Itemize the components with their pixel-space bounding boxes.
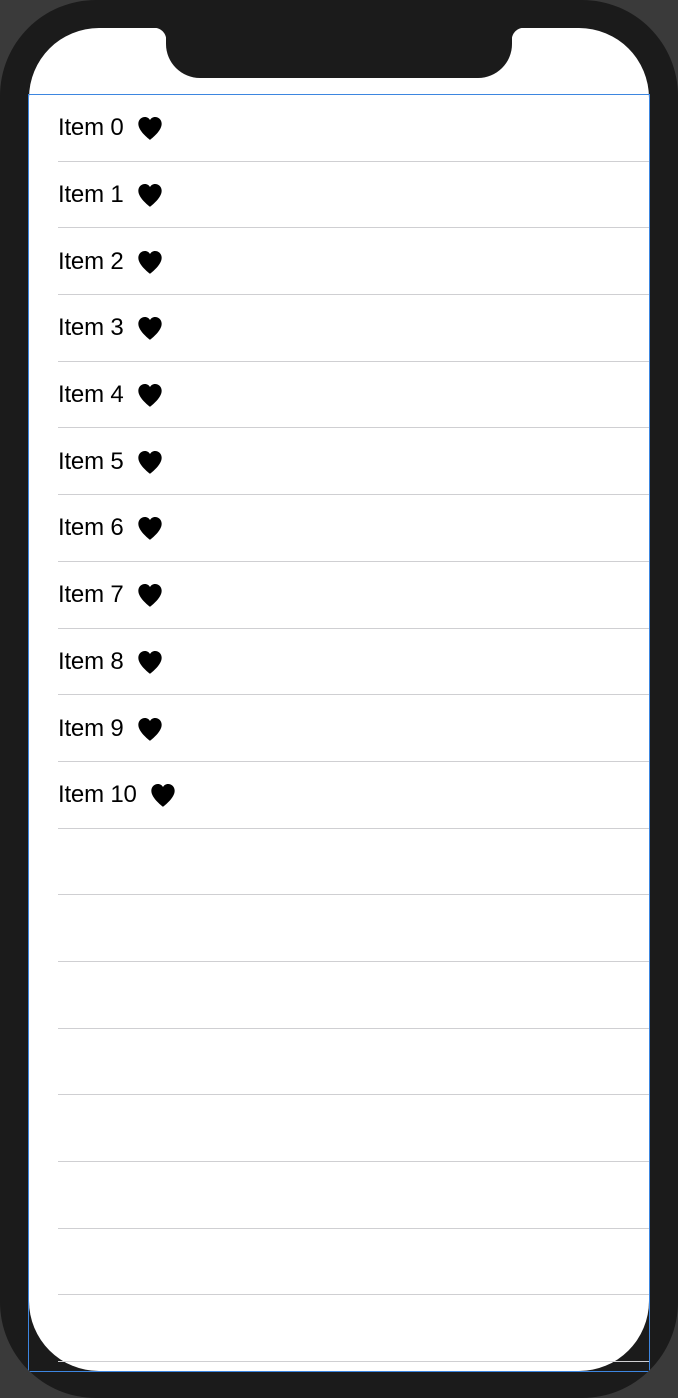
empty-row bbox=[29, 1295, 649, 1362]
list-row[interactable]: Item 3 bbox=[29, 295, 649, 362]
list-row[interactable]: Item 1 bbox=[29, 162, 649, 229]
heart-icon bbox=[136, 716, 164, 742]
device-frame: Item 0 Item 1 Item 2 Item 3 Item 4 Item … bbox=[0, 0, 678, 1398]
item-label: Item 1 bbox=[58, 181, 124, 209]
item-label: Item 2 bbox=[58, 247, 124, 275]
list-row[interactable]: Item 10 bbox=[29, 762, 649, 829]
item-label: Item 0 bbox=[58, 114, 124, 142]
list-row[interactable]: Item 2 bbox=[29, 228, 649, 295]
empty-row bbox=[29, 1162, 649, 1229]
heart-icon bbox=[136, 449, 164, 475]
item-list[interactable]: Item 0 Item 1 Item 2 Item 3 Item 4 Item … bbox=[29, 95, 649, 1371]
heart-icon bbox=[136, 249, 164, 275]
heart-icon bbox=[136, 515, 164, 541]
list-row[interactable]: Item 6 bbox=[29, 495, 649, 562]
heart-icon bbox=[136, 315, 164, 341]
item-label: Item 10 bbox=[58, 781, 137, 809]
empty-row bbox=[29, 1029, 649, 1096]
item-label: Item 3 bbox=[58, 314, 124, 342]
heart-icon bbox=[136, 182, 164, 208]
item-label: Item 8 bbox=[58, 647, 124, 675]
device-notch bbox=[154, 28, 524, 78]
empty-row bbox=[29, 1095, 649, 1162]
heart-icon bbox=[149, 782, 177, 808]
item-label: Item 5 bbox=[58, 447, 124, 475]
list-row[interactable]: Item 8 bbox=[29, 629, 649, 696]
list-row[interactable]: Item 4 bbox=[29, 362, 649, 429]
list-row[interactable]: Item 0 bbox=[29, 95, 649, 162]
empty-row bbox=[29, 1229, 649, 1296]
list-row[interactable]: Item 5 bbox=[29, 428, 649, 495]
heart-icon bbox=[136, 582, 164, 608]
list-row[interactable]: Item 7 bbox=[29, 562, 649, 629]
heart-icon bbox=[136, 382, 164, 408]
empty-row bbox=[29, 962, 649, 1029]
item-label: Item 7 bbox=[58, 581, 124, 609]
item-label: Item 6 bbox=[58, 514, 124, 542]
empty-row bbox=[29, 895, 649, 962]
empty-row bbox=[29, 829, 649, 896]
item-label: Item 9 bbox=[58, 714, 124, 742]
heart-icon bbox=[136, 649, 164, 675]
item-label: Item 4 bbox=[58, 381, 124, 409]
list-row[interactable]: Item 9 bbox=[29, 695, 649, 762]
heart-icon bbox=[136, 115, 164, 141]
